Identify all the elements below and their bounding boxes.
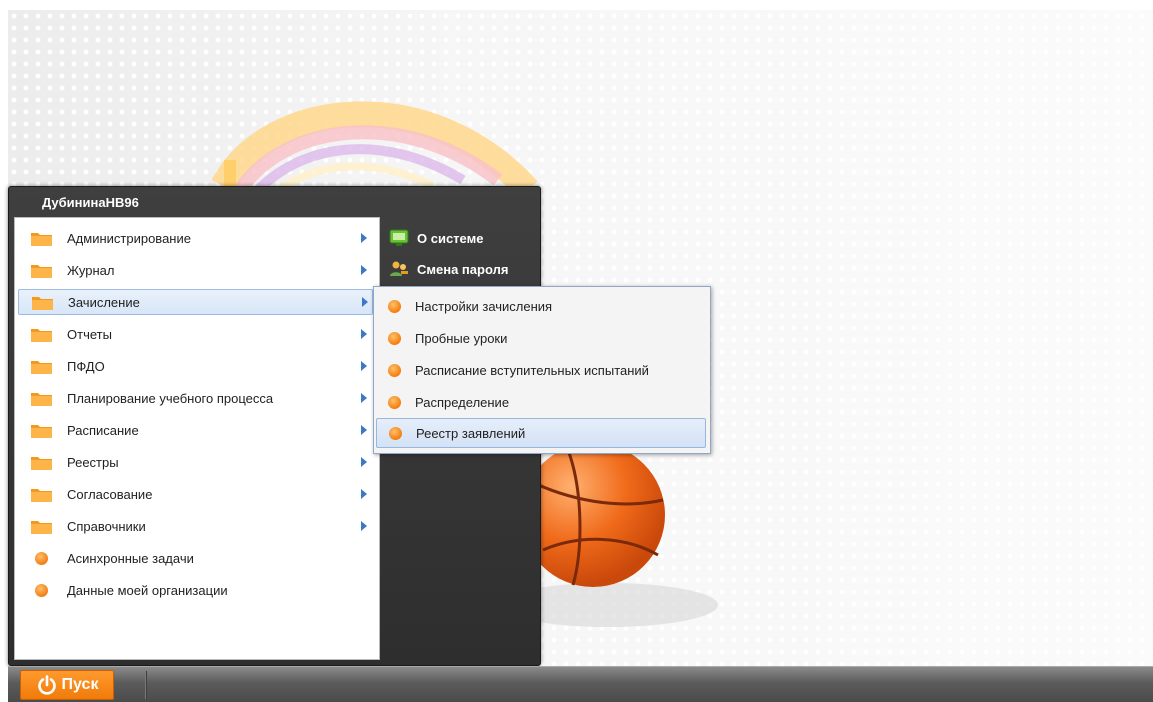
dot-icon — [388, 363, 401, 377]
submenu-arrow-icon — [361, 265, 367, 275]
submenu-item-label: Распределение — [415, 394, 510, 410]
menu-item-reports[interactable]: Отчеты — [18, 321, 373, 347]
taskbar: Пуск — [8, 666, 1153, 702]
folder-icon — [31, 264, 52, 278]
folder-icon — [31, 392, 52, 406]
menu-item-label: Администрирование — [67, 230, 191, 246]
enrollment-submenu: Настройки зачисления Пробные уроки Распи… — [373, 286, 711, 454]
menu-item-label: Асинхронные задачи — [67, 550, 194, 566]
submenu-item-trial-lessons[interactable]: Пробные уроки — [376, 323, 706, 353]
monitor-icon — [389, 229, 409, 246]
submenu-arrow-icon — [361, 457, 367, 467]
menu-item-registries[interactable]: Реестры — [18, 449, 373, 475]
folder-icon — [31, 328, 52, 342]
menu-item-journal[interactable]: Журнал — [18, 257, 373, 283]
submenu-arrow-icon — [361, 425, 367, 435]
menu-item-label: Согласование — [67, 486, 153, 502]
user-name: ДубининаНВ96 — [42, 195, 139, 210]
submenu-arrow-icon — [361, 521, 367, 531]
menu-item-schedule[interactable]: Расписание — [18, 417, 373, 443]
change-password-label: Смена пароля — [417, 261, 509, 277]
menu-item-label: Журнал — [67, 262, 115, 278]
dot-icon — [388, 299, 401, 313]
menu-item-organization-data[interactable]: Данные моей организации — [18, 577, 373, 603]
menu-item-approval[interactable]: Согласование — [18, 481, 373, 507]
about-system-button[interactable]: О системе — [389, 227, 483, 249]
submenu-arrow-icon — [361, 361, 367, 371]
about-system-label: О системе — [417, 230, 484, 246]
menu-item-async-tasks[interactable]: Асинхронные задачи — [18, 545, 373, 571]
submenu-item-label: Расписание вступительных испытаний — [415, 362, 649, 378]
menu-item-label: ПФДО — [67, 358, 105, 374]
menu-item-enrollment[interactable]: Зачисление — [18, 289, 373, 315]
submenu-item-entrance-exam-schedule[interactable]: Расписание вступительных испытаний — [376, 355, 706, 385]
submenu-item-enrollment-settings[interactable]: Настройки зачисления — [376, 291, 706, 321]
dot-icon — [388, 331, 401, 345]
submenu-arrow-icon — [361, 329, 367, 339]
users-key-icon — [390, 261, 408, 276]
submenu-arrow-icon — [361, 233, 367, 243]
dot-icon — [35, 583, 48, 597]
menu-item-directories[interactable]: Справочники — [18, 513, 373, 539]
menu-item-label: Реестры — [67, 454, 119, 470]
dot-icon — [388, 395, 401, 409]
submenu-arrow-icon — [362, 297, 368, 307]
taskbar-divider — [145, 671, 147, 699]
menu-item-label: Отчеты — [67, 326, 112, 342]
change-password-button[interactable]: Смена пароля — [389, 258, 508, 280]
menu-item-label: Планирование учебного процесса — [67, 390, 274, 406]
menu-item-label: Справочники — [67, 518, 146, 534]
submenu-item-label: Настройки зачисления — [415, 298, 553, 314]
submenu-item-label: Реестр заявлений — [416, 425, 526, 441]
dot-icon — [389, 426, 402, 440]
folder-icon — [31, 424, 52, 438]
folder-icon — [31, 520, 52, 534]
submenu-arrow-icon — [361, 489, 367, 499]
folder-icon — [31, 232, 52, 246]
menu-item-planning[interactable]: Планирование учебного процесса — [18, 385, 373, 411]
submenu-arrow-icon — [361, 393, 367, 403]
start-button[interactable]: Пуск — [20, 670, 114, 700]
submenu-item-application-registry[interactable]: Реестр заявлений — [376, 418, 706, 448]
menu-item-label: Расписание — [67, 422, 139, 438]
dot-icon — [35, 551, 48, 565]
submenu-item-label: Пробные уроки — [415, 330, 508, 346]
submenu-item-distribution[interactable]: Распределение — [376, 387, 706, 417]
folder-icon — [31, 488, 52, 502]
menu-left-panel: Администрирование Журнал Зачисление Отче… — [14, 217, 380, 660]
menu-item-label: Данные моей организации — [67, 582, 228, 598]
folder-icon — [31, 456, 52, 470]
menu-item-label: Зачисление — [68, 294, 140, 310]
menu-item-pfdo[interactable]: ПФДО — [18, 353, 373, 379]
folder-icon — [31, 360, 52, 374]
folder-icon — [32, 296, 53, 310]
start-button-label: Пуск — [61, 676, 99, 693]
menu-item-administration[interactable]: Администрирование — [18, 225, 373, 251]
power-icon — [37, 675, 56, 695]
